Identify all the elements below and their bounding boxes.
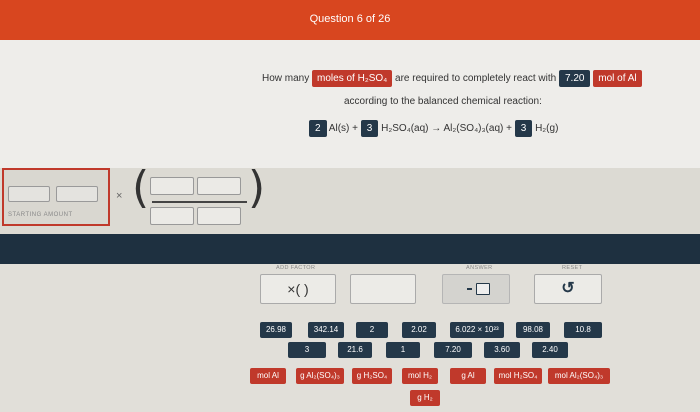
species-h2: H₂(g) <box>535 123 559 134</box>
tile-1[interactable]: 1 <box>386 342 420 358</box>
tile-98-08[interactable]: 98.08 <box>516 322 550 338</box>
answer-field[interactable] <box>442 274 510 304</box>
tile-avogadro[interactable]: 6.022 × 10²³ <box>450 322 504 338</box>
tile-2-02[interactable]: 2.02 <box>402 322 436 338</box>
navigation-band <box>0 234 700 264</box>
add-factor-button[interactable]: ×( ) <box>260 274 336 304</box>
coefficient-h2: 3 <box>514 120 533 137</box>
reset-label: RESET <box>562 265 583 271</box>
tile-3[interactable]: 3 <box>288 342 326 358</box>
tile-10-8[interactable]: 10.8 <box>564 322 602 338</box>
question-line-2: according to the balanced chemical react… <box>344 96 542 107</box>
question-prefix: How many <box>262 73 310 84</box>
answer-minus-icon <box>467 288 472 290</box>
starting-unit-slot[interactable] <box>56 186 98 202</box>
tile-g-al2so43[interactable]: g Al₂(SO₄)₃ <box>296 368 344 384</box>
tile-3-60[interactable]: 3.60 <box>484 342 520 358</box>
reset-icon: ↺ <box>561 280 575 297</box>
fraction-bar <box>152 201 247 203</box>
factor-slot[interactable] <box>350 274 416 304</box>
add-factor-label: ADD FACTOR <box>276 265 316 271</box>
tile-g-h2[interactable]: g H₂ <box>410 390 440 406</box>
left-parenthesis: ( <box>132 162 150 213</box>
tile-7-20[interactable]: 7.20 <box>434 342 472 358</box>
numerator-value-slot[interactable] <box>150 177 194 195</box>
coefficient-h2so4: 3 <box>360 120 379 137</box>
target-unit-badge: moles of H₂SO₄ <box>312 70 393 87</box>
tile-g-al[interactable]: g Al <box>450 368 486 384</box>
tile-342-14[interactable]: 342.14 <box>308 322 344 338</box>
header-bar: Question 6 of 26 <box>0 0 700 40</box>
species-h2so4-products: H₂SO₄(aq) → Al₂(SO₄)₃(aq) + <box>381 123 512 134</box>
answer-input-icon <box>476 283 490 295</box>
tile-mol-h2[interactable]: mol H₂ <box>402 368 438 384</box>
starting-value-slot[interactable] <box>8 186 50 202</box>
right-parenthesis: ) <box>248 162 266 213</box>
tile-2-40[interactable]: 2.40 <box>532 342 568 358</box>
given-value-badge: 7.20 <box>559 70 591 87</box>
reset-button[interactable]: ↺ <box>534 274 602 304</box>
tile-mol-al[interactable]: mol Al <box>250 368 286 384</box>
answer-label: ANSWER <box>466 265 493 271</box>
chemical-equation: 2 Al(s) + 3 H₂SO₄(aq) → Al₂(SO₄)₃(aq) + … <box>309 120 558 137</box>
question-line-1: How many moles of H₂SO₄ are required to … <box>262 70 642 87</box>
tile-21-6[interactable]: 21.6 <box>338 342 372 358</box>
numerator-unit-slot[interactable] <box>197 177 241 195</box>
coefficient-al: 2 <box>309 120 327 137</box>
question-progress: Question 6 of 26 <box>309 13 391 25</box>
given-unit-badge: mol of Al <box>593 70 642 87</box>
tile-g-h2so4[interactable]: g H₂SO₄ <box>352 368 392 384</box>
denominator-unit-slot[interactable] <box>197 207 241 225</box>
tile-26-98[interactable]: 26.98 <box>260 322 292 338</box>
question-panel: How many moles of H₂SO₄ are required to … <box>0 40 700 168</box>
tile-mol-al2so43[interactable]: mol Al₂(SO₄)₃ <box>548 368 610 384</box>
tile-2[interactable]: 2 <box>356 322 388 338</box>
tile-mol-h2so4[interactable]: mol H₂SO₄ <box>494 368 542 384</box>
denominator-value-slot[interactable] <box>150 207 194 225</box>
species-al: Al(s) + <box>328 123 358 134</box>
question-middle: are required to completely react with <box>395 73 557 84</box>
multiply-sign: × <box>116 190 123 202</box>
starting-amount-label: STARTING AMOUNT <box>8 212 73 218</box>
